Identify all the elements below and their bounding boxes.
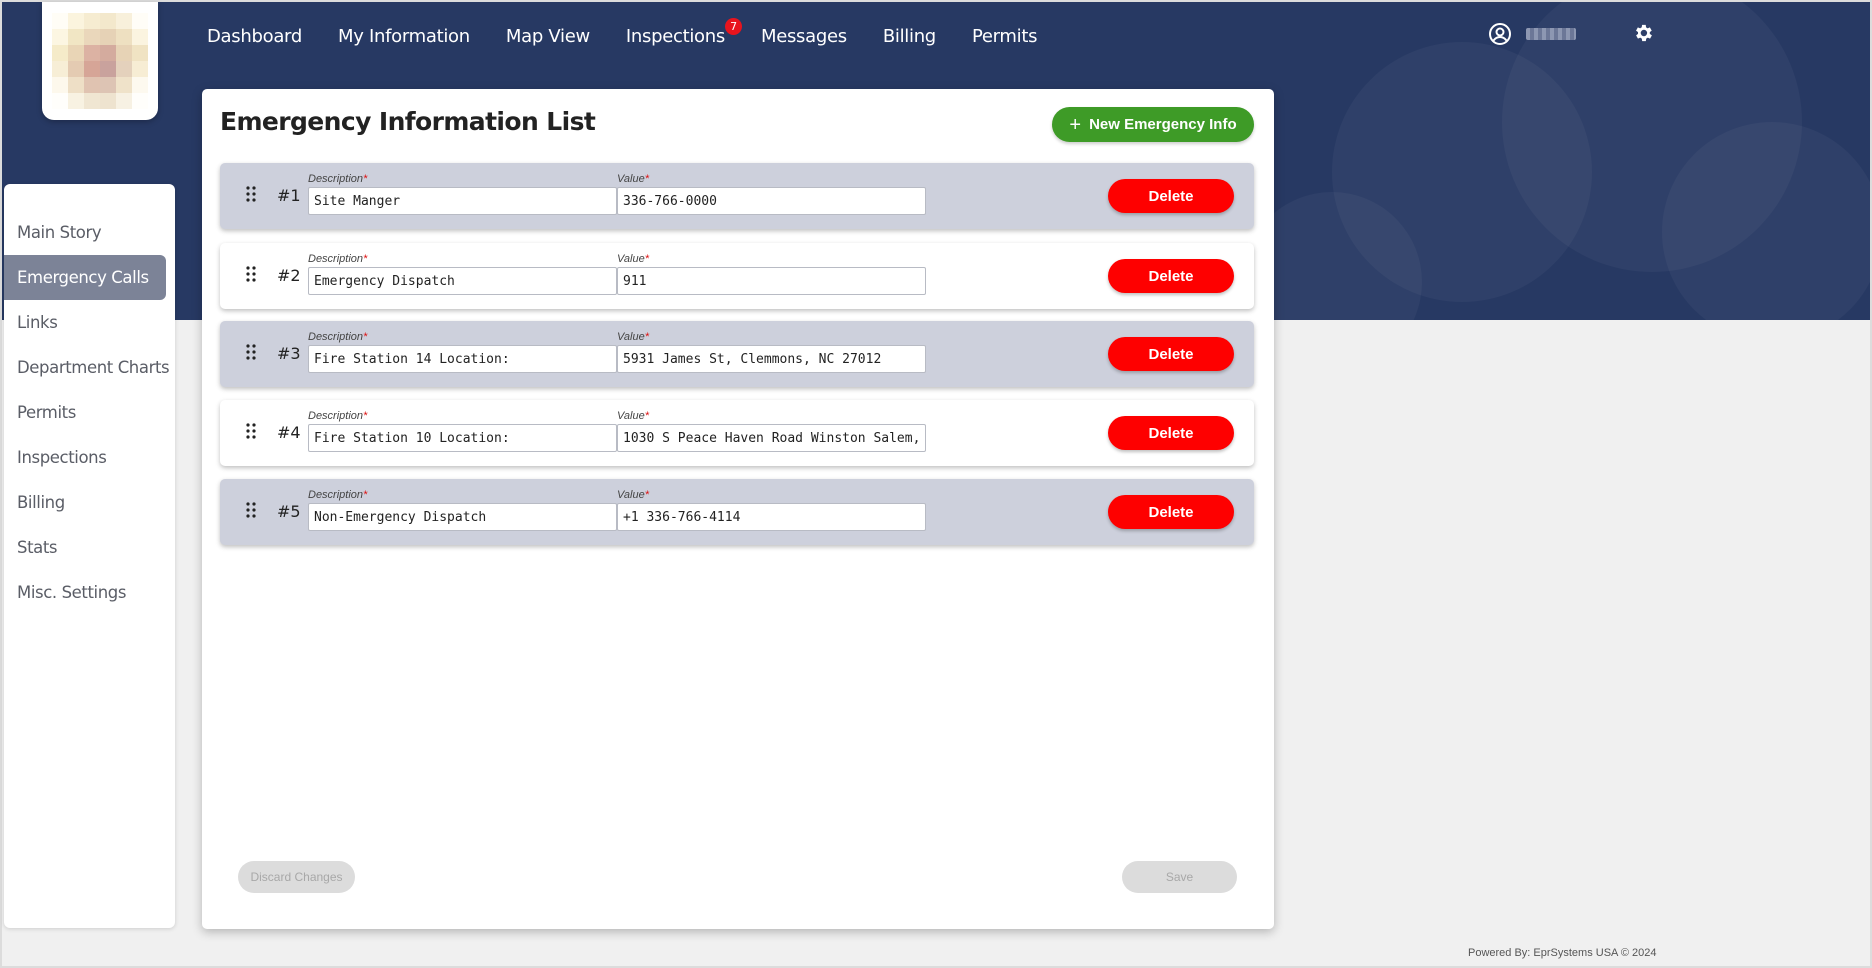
value-label: Value* (617, 331, 650, 343)
row-number: #1 (277, 186, 301, 205)
nav-dashboard[interactable]: Dashboard (207, 26, 302, 47)
list-item[interactable]: #1 Description* Value* Delete (220, 163, 1254, 229)
value-field[interactable] (617, 187, 926, 215)
sidebar-item-main-story[interactable]: Main Story (4, 210, 175, 255)
sidebar-item-misc-settings[interactable]: Misc. Settings (4, 570, 175, 615)
sidebar-item-emergency-calls[interactable]: Emergency Calls (4, 255, 166, 300)
delete-button[interactable]: Delete (1108, 259, 1234, 293)
description-label: Description* (308, 410, 368, 422)
user-circle-icon (1488, 22, 1512, 46)
value-label: Value* (617, 410, 650, 422)
logo-image (52, 13, 148, 109)
description-label: Description* (308, 253, 368, 265)
sidebar-item-links[interactable]: Links (4, 300, 175, 345)
value-field[interactable] (617, 267, 926, 295)
description-label: Description* (308, 331, 368, 343)
list-item[interactable]: #5 Description* Value* Delete (220, 479, 1254, 545)
description-field[interactable] (308, 424, 617, 452)
user-menu[interactable] (1488, 22, 1576, 46)
delete-button[interactable]: Delete (1108, 179, 1234, 213)
row-number: #3 (277, 344, 301, 363)
sidebar-item-inspections[interactable]: Inspections (4, 435, 175, 480)
emergency-list-panel: Emergency Information List + New Emergen… (202, 89, 1274, 929)
value-label: Value* (617, 253, 650, 265)
notification-badge: 7 (724, 17, 742, 35)
drag-handle-icon[interactable] (246, 502, 256, 518)
logo[interactable] (42, 2, 158, 120)
drag-handle-icon[interactable] (246, 266, 256, 282)
list-item[interactable]: #2 Description* Value* Delete (220, 243, 1254, 309)
delete-button[interactable]: Delete (1108, 416, 1234, 450)
value-label: Value* (617, 489, 650, 501)
value-field[interactable] (617, 345, 926, 373)
sidebar-item-billing[interactable]: Billing (4, 480, 175, 525)
top-nav: Dashboard My Information Map View Inspec… (207, 17, 1073, 50)
new-emergency-info-label: New Emergency Info (1089, 116, 1237, 133)
delete-button[interactable]: Delete (1108, 337, 1234, 371)
drag-handle-icon[interactable] (246, 344, 256, 360)
description-label: Description* (308, 489, 368, 501)
sidebar-item-permits[interactable]: Permits (4, 390, 175, 435)
nav-map-view[interactable]: Map View (506, 26, 590, 47)
row-number: #4 (277, 423, 301, 442)
gear-icon[interactable] (1632, 22, 1654, 49)
page-title: Emergency Information List (220, 107, 596, 136)
delete-button[interactable]: Delete (1108, 495, 1234, 529)
list-item[interactable]: #3 Description* Value* Delete (220, 321, 1254, 387)
sidebar-item-department-charts[interactable]: Department Charts (4, 345, 175, 390)
new-emergency-info-button[interactable]: + New Emergency Info (1052, 107, 1254, 142)
save-button[interactable]: Save (1122, 861, 1237, 893)
drag-handle-icon[interactable] (246, 423, 256, 439)
description-field[interactable] (308, 267, 617, 295)
discard-changes-button[interactable]: Discard Changes (238, 861, 355, 893)
sidebar-item-stats[interactable]: Stats (4, 525, 175, 570)
value-field[interactable] (617, 424, 926, 452)
value-label: Value* (617, 173, 650, 185)
nav-messages[interactable]: Messages (761, 26, 847, 47)
nav-billing[interactable]: Billing (883, 26, 936, 47)
sidebar: Main Story Emergency Calls Links Departm… (4, 184, 175, 928)
plus-icon: + (1069, 113, 1082, 136)
nav-permits[interactable]: Permits (972, 26, 1038, 47)
description-field[interactable] (308, 503, 617, 531)
description-field[interactable] (308, 187, 617, 215)
list-item[interactable]: #4 Description* Value* Delete (220, 400, 1254, 466)
drag-handle-icon[interactable] (246, 186, 256, 202)
footer-credit: Powered By: EprSystems USA © 2024 (1468, 947, 1657, 959)
nav-my-information[interactable]: My Information (338, 26, 470, 47)
user-name-redacted (1526, 28, 1576, 40)
nav-inspections-label: Inspections (625, 25, 725, 47)
row-number: #5 (277, 502, 301, 521)
row-number: #2 (277, 266, 301, 285)
description-field[interactable] (308, 345, 617, 373)
value-field[interactable] (617, 503, 926, 531)
nav-inspections[interactable]: Inspections 7 (625, 17, 742, 47)
description-label: Description* (308, 173, 368, 185)
